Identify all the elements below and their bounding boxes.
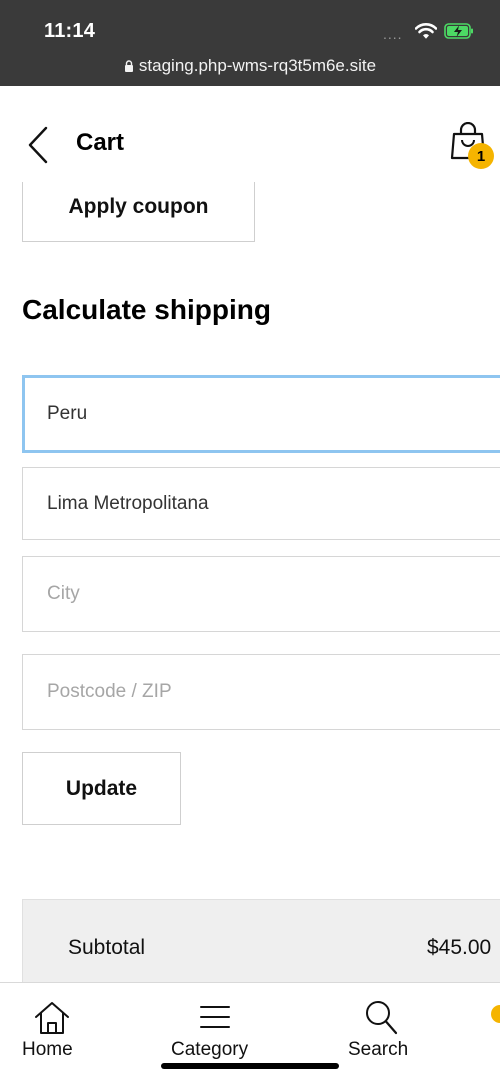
home-icon xyxy=(35,1002,69,1034)
cart-button[interactable]: 1 xyxy=(450,122,496,169)
nav-item-home[interactable]: Home xyxy=(14,983,94,1080)
url-text: staging.php-wms-rq3t5m6e.site xyxy=(138,56,377,75)
page-title: Cart xyxy=(76,129,125,156)
state-select[interactable]: Lima Metropolitana xyxy=(22,467,500,540)
subtotal-label: Subtotal xyxy=(68,936,146,959)
battery-icon xyxy=(444,23,473,39)
cart-count-badge: 1 xyxy=(468,143,494,169)
menu-icon xyxy=(200,1006,230,1028)
nav-label-search: Search xyxy=(348,1039,409,1060)
cart-totals: Subtotal $45.00 xyxy=(22,899,500,982)
status-time: 11:14 xyxy=(44,20,96,42)
search-icon xyxy=(366,1001,398,1035)
nav-item-search[interactable]: Search xyxy=(344,983,424,1080)
back-icon[interactable] xyxy=(26,126,50,164)
lock-icon xyxy=(124,60,133,72)
app-header: Cart 1 xyxy=(0,86,500,182)
update-button[interactable]: Update xyxy=(22,752,181,825)
cart-content: Apply coupon Calculate shipping Peru Lim… xyxy=(0,182,500,982)
nav-label-category: Category xyxy=(171,1039,249,1060)
apply-coupon-button[interactable]: Apply coupon xyxy=(22,182,255,242)
postcode-input[interactable]: Postcode / ZIP xyxy=(22,654,500,730)
city-input[interactable]: City xyxy=(22,556,500,632)
nav-label-home: Home xyxy=(22,1039,73,1060)
calculate-shipping-heading: Calculate shipping xyxy=(22,294,271,325)
status-bar: 11:14 .... staging.php-wms-rq3t5m6e.site xyxy=(0,0,500,86)
address-bar[interactable]: staging.php-wms-rq3t5m6e.site xyxy=(0,56,500,76)
home-indicator xyxy=(161,1063,339,1069)
nav-item-partial[interactable] xyxy=(491,1005,500,1023)
subtotal-value: $45.00 xyxy=(427,936,492,959)
country-select[interactable]: Peru xyxy=(22,375,500,453)
wifi-icon xyxy=(415,23,437,39)
signal-dots: .... xyxy=(383,26,403,42)
